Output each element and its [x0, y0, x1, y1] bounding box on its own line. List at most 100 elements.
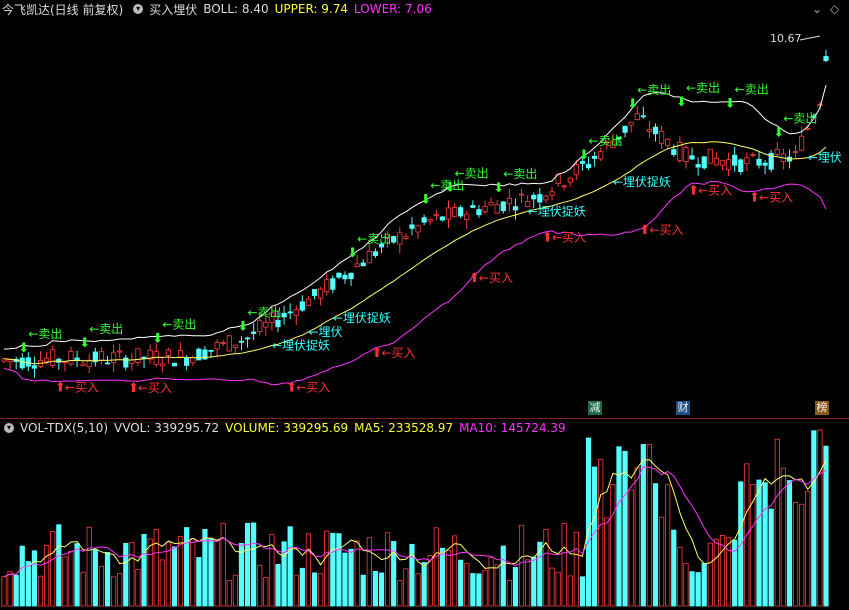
badge-finance[interactable]: 财 [676, 401, 690, 415]
arrow-up-icon: ⬆ [128, 381, 139, 396]
volume-bar [525, 559, 531, 607]
candle-body [397, 232, 403, 245]
chevron-down-icon[interactable]: ⌄ [812, 2, 822, 16]
candle-body [458, 207, 464, 217]
candle-body [98, 351, 105, 361]
volume-bar [725, 537, 732, 607]
arrow-up-icon: ⬆ [286, 381, 297, 396]
volume-chart[interactable] [0, 418, 849, 610]
candle-body [80, 363, 86, 366]
volume-bar [500, 545, 506, 607]
arrow-down-icon: ⬇ [579, 148, 590, 163]
volume-bar [153, 529, 159, 607]
candle-body [464, 213, 470, 220]
volume-bar [141, 534, 147, 607]
candle-body [372, 251, 379, 257]
arrow-down-icon: ⬇ [627, 97, 638, 112]
candle-body [177, 350, 184, 358]
volume-bar [494, 564, 500, 607]
ambush-marker: ←埋伏 [808, 151, 842, 165]
candle-body [165, 349, 171, 356]
candle-body [342, 274, 348, 280]
buy-marker: ←买入 [382, 346, 416, 360]
volume-bar [311, 572, 318, 607]
volume-bar [196, 557, 202, 607]
lower-value: LOWER: 7.06 [354, 2, 432, 16]
arrow-up-icon: ⬆ [688, 183, 699, 198]
volume-bar [506, 580, 512, 607]
volume-bar [622, 450, 628, 607]
candle-body [732, 154, 738, 166]
volume-bar [811, 430, 817, 607]
candle-body [537, 194, 543, 203]
volume-bar [677, 546, 683, 607]
arrow-down-icon: ⬇ [238, 320, 249, 335]
volume-bar [147, 538, 153, 607]
candle-body [738, 159, 744, 172]
volume-bar [610, 484, 616, 607]
badge-reduce[interactable]: 减 [588, 401, 602, 415]
candle-body [360, 262, 366, 267]
candle-body [792, 151, 799, 153]
volume-bar [56, 524, 62, 607]
candle-body [823, 56, 829, 61]
volume-bar [305, 533, 312, 607]
volume-bar [299, 567, 305, 607]
candle-body [220, 342, 226, 344]
indicator-name[interactable]: 买入埋伏 [149, 1, 197, 18]
candle-body [257, 320, 263, 332]
volume-bar [275, 563, 281, 607]
candle-body [25, 357, 31, 367]
candle-body [19, 357, 25, 369]
candle-body [427, 219, 433, 222]
candle-body [543, 195, 549, 201]
volume-bar [13, 574, 19, 607]
candle-body [62, 361, 68, 364]
candle-body [622, 125, 628, 133]
volume-bar [37, 575, 44, 607]
ambush_catch-marker: ←埋伏捉妖 [613, 174, 671, 189]
buy-marker: ←买入 [698, 183, 732, 197]
mid-band-line [3, 141, 827, 365]
volume-bar [628, 489, 634, 607]
arrow-up-icon: ⬆ [639, 223, 650, 238]
volume-bar [384, 532, 391, 607]
chart-header: 今飞凯达(日线 前复权) ▾ 买入埋伏 BOLL: 8.40 UPPER: 9.… [0, 0, 849, 18]
volume-bar [518, 524, 525, 607]
volume-bar [427, 555, 433, 607]
volume-bar [488, 556, 494, 607]
arrow-down-icon: ⬇ [420, 193, 431, 208]
candle-body [50, 349, 56, 366]
volume-bar [348, 548, 354, 607]
stock-title[interactable]: 今飞凯达(日线 前复权) [2, 1, 123, 18]
arrow-down-icon: ⬇ [773, 126, 784, 141]
badge-rank[interactable]: 榜 [815, 401, 829, 415]
candle-body [293, 309, 299, 316]
volume-bar [445, 550, 452, 607]
candle-body [159, 363, 165, 367]
sell-marker: ←卖出 [89, 322, 123, 336]
candle-body [744, 157, 750, 165]
candle-body [123, 357, 129, 368]
boll-value: BOLL: 8.40 [203, 2, 269, 16]
volume-bar [25, 561, 31, 607]
main-price-chart[interactable]: ←卖出⬇←买入⬆←卖出⬇←买入⬆←卖出⬇←卖出⬇←埋伏捉妖←买入⬆←埋伏←埋伏捉… [0, 18, 849, 418]
volume-bar [1, 576, 7, 607]
candle-body [111, 352, 117, 364]
ambush_catch-marker: ←埋伏捉妖 [272, 338, 330, 353]
volume-bar [336, 533, 342, 607]
volume-bar [817, 429, 823, 607]
candle-body [433, 214, 439, 217]
buy-marker: ←买入 [65, 381, 99, 395]
buy-marker: ←买入 [552, 231, 586, 245]
candle-body [689, 155, 695, 160]
volume-bar [244, 522, 251, 607]
candle-body [646, 129, 653, 132]
sell-marker: ←卖出 [589, 134, 623, 148]
buy-marker: ←买入 [759, 190, 793, 204]
diamond-icon[interactable]: ◇ [830, 2, 839, 16]
volume-bar [263, 577, 269, 607]
volume-bar [372, 570, 379, 607]
candle-body [701, 156, 707, 169]
indicator-menu-icon[interactable]: ▾ [133, 4, 144, 14]
